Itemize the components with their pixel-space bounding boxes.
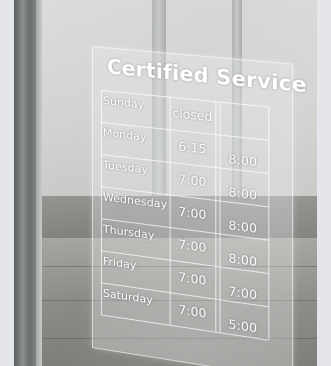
day-label: Friday — [102, 254, 137, 273]
open-time: 6:15 — [178, 139, 207, 157]
hours-table: Sunday closed Monday 6:15 8:00 Tuesday 7… — [100, 89, 286, 342]
day-label: Thursday — [102, 222, 155, 243]
day-label: Tuesday — [102, 158, 148, 177]
open-time: 7:00 — [178, 269, 207, 289]
day-label: Saturday — [102, 286, 153, 307]
close-time — [221, 118, 266, 123]
open-time: 7:00 — [178, 237, 207, 256]
open-time: 7:00 — [178, 171, 207, 190]
open-time: 7:00 — [178, 302, 207, 322]
day-label: Sunday — [102, 94, 145, 112]
day-label: Wednesday — [102, 190, 168, 212]
storefront-photo: Certified Service Sunday closed Monday 6… — [14, 0, 317, 366]
hours-sign: Certified Service Sunday closed Monday 6… — [92, 46, 307, 366]
sign-title: Certified Service — [106, 54, 307, 98]
open-time: closed — [172, 106, 213, 125]
photo-scene: Certified Service Sunday closed Monday 6… — [0, 0, 331, 366]
door-frame — [14, 0, 36, 366]
door-frame-edge — [36, 0, 42, 366]
open-time: 7:00 — [178, 204, 207, 223]
day-label: Monday — [102, 126, 147, 145]
